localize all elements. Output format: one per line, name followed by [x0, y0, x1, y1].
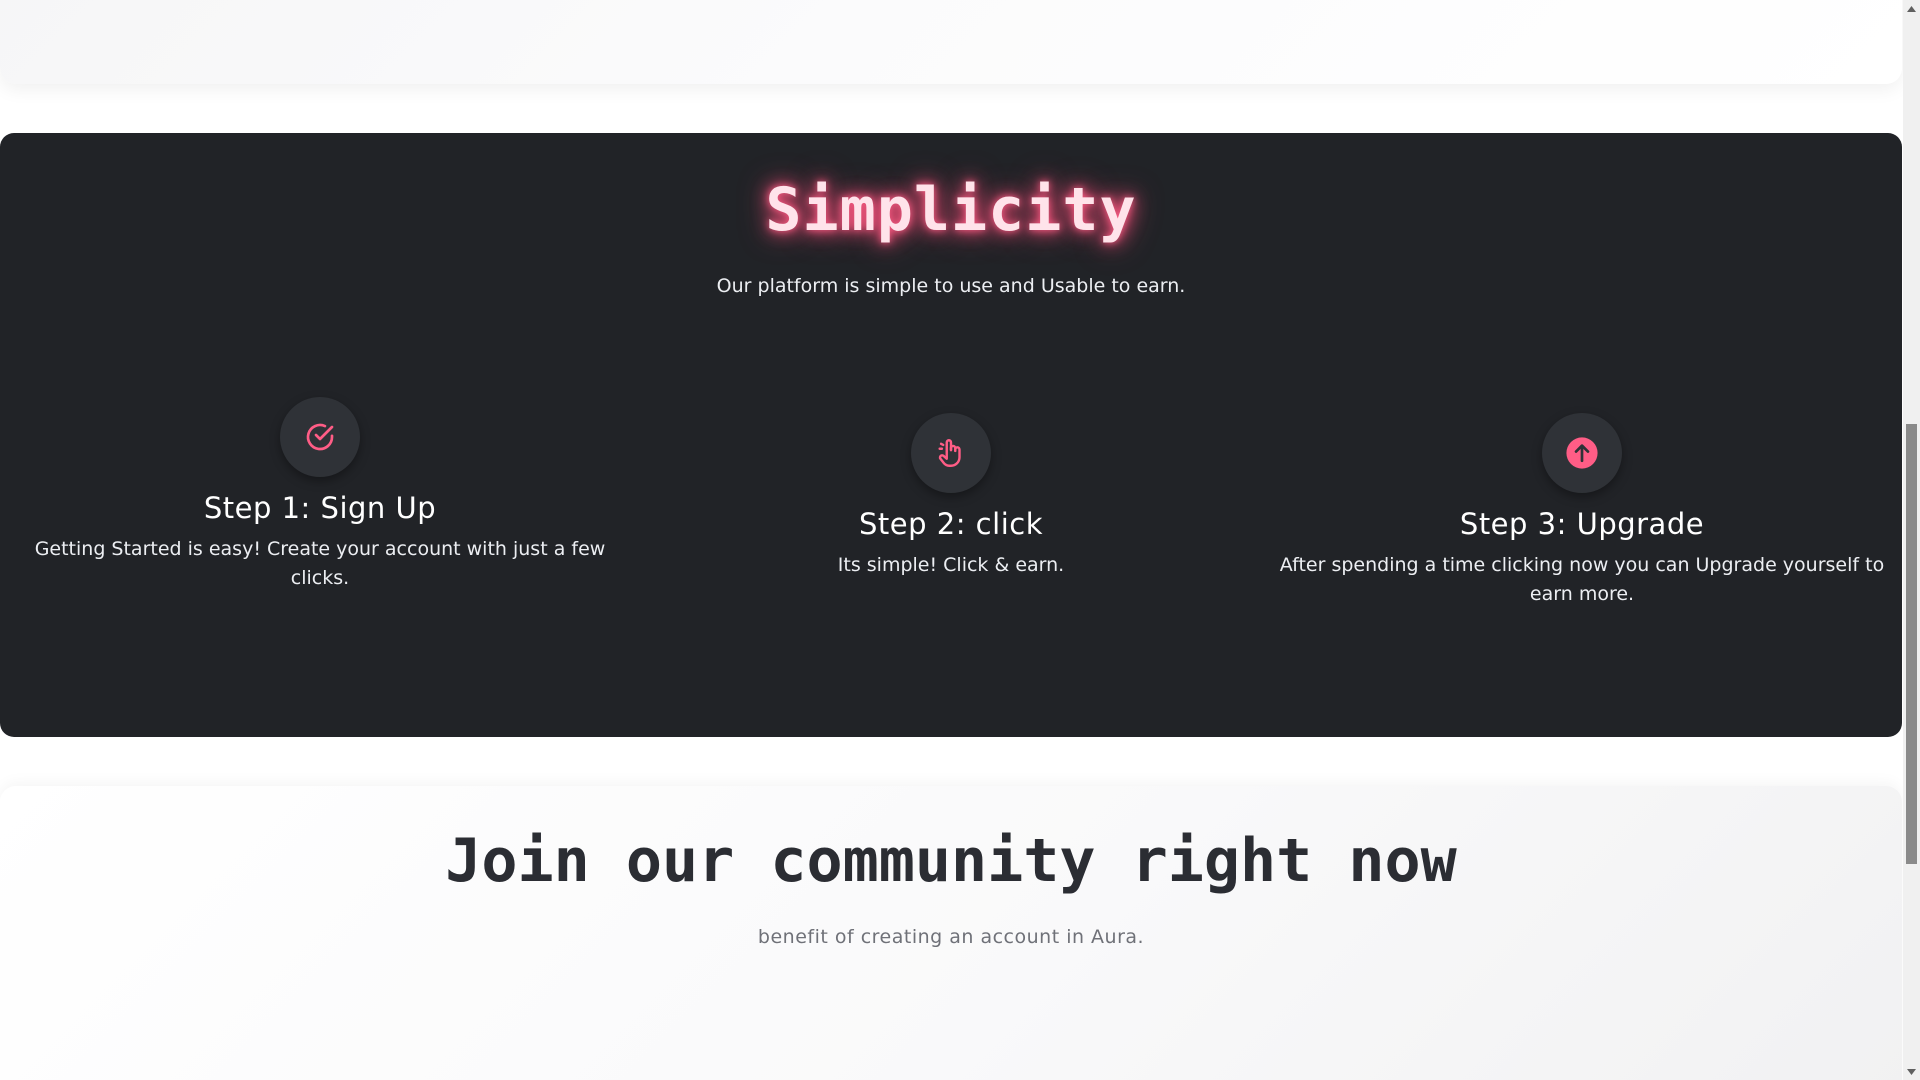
- page-content: Simplicity Our platform is simple to use…: [0, 0, 1902, 1080]
- step-description: Its simple! Click & earn.: [837, 554, 1065, 576]
- hand-pointer-icon: [911, 413, 991, 493]
- step-card-click: Step 2: click Its simple! Click & earn.: [643, 413, 1259, 580]
- arrow-up-circle-icon: [1542, 413, 1622, 493]
- step-description: After spending a time clicking now you c…: [1279, 554, 1885, 605]
- page-viewport: Simplicity Our platform is simple to use…: [0, 0, 1920, 1080]
- section-title: Simplicity: [765, 175, 1137, 245]
- scroll-up-arrow-icon[interactable]: [1903, 0, 1920, 17]
- step-title: Step 2: click: [859, 507, 1043, 541]
- top-card: [0, 0, 1902, 84]
- community-title: Join our community right now: [445, 826, 1457, 896]
- check-circle-icon: [280, 397, 360, 477]
- simplicity-section: Simplicity Our platform is simple to use…: [0, 133, 1902, 737]
- scrollbar-thumb[interactable]: [1906, 424, 1917, 864]
- community-subtitle: benefit of creating an account in Aura.: [757, 926, 1145, 948]
- step-title: Step 1: Sign Up: [203, 491, 437, 525]
- community-section: Join our community right now benefit of …: [0, 786, 1902, 1080]
- step-card-sign-up: Step 1: Sign Up Getting Started is easy!…: [10, 397, 630, 593]
- step-description: Getting Started is easy! Create your acc…: [34, 538, 606, 589]
- step-card-upgrade: Step 3: Upgrade After spending a time cl…: [1272, 413, 1892, 609]
- vertical-scrollbar[interactable]: [1903, 0, 1920, 1080]
- step-title: Step 3: Upgrade: [1459, 507, 1705, 541]
- scroll-down-arrow-icon[interactable]: [1903, 1063, 1920, 1080]
- section-subtitle: Our platform is simple to use and Usable…: [716, 275, 1186, 297]
